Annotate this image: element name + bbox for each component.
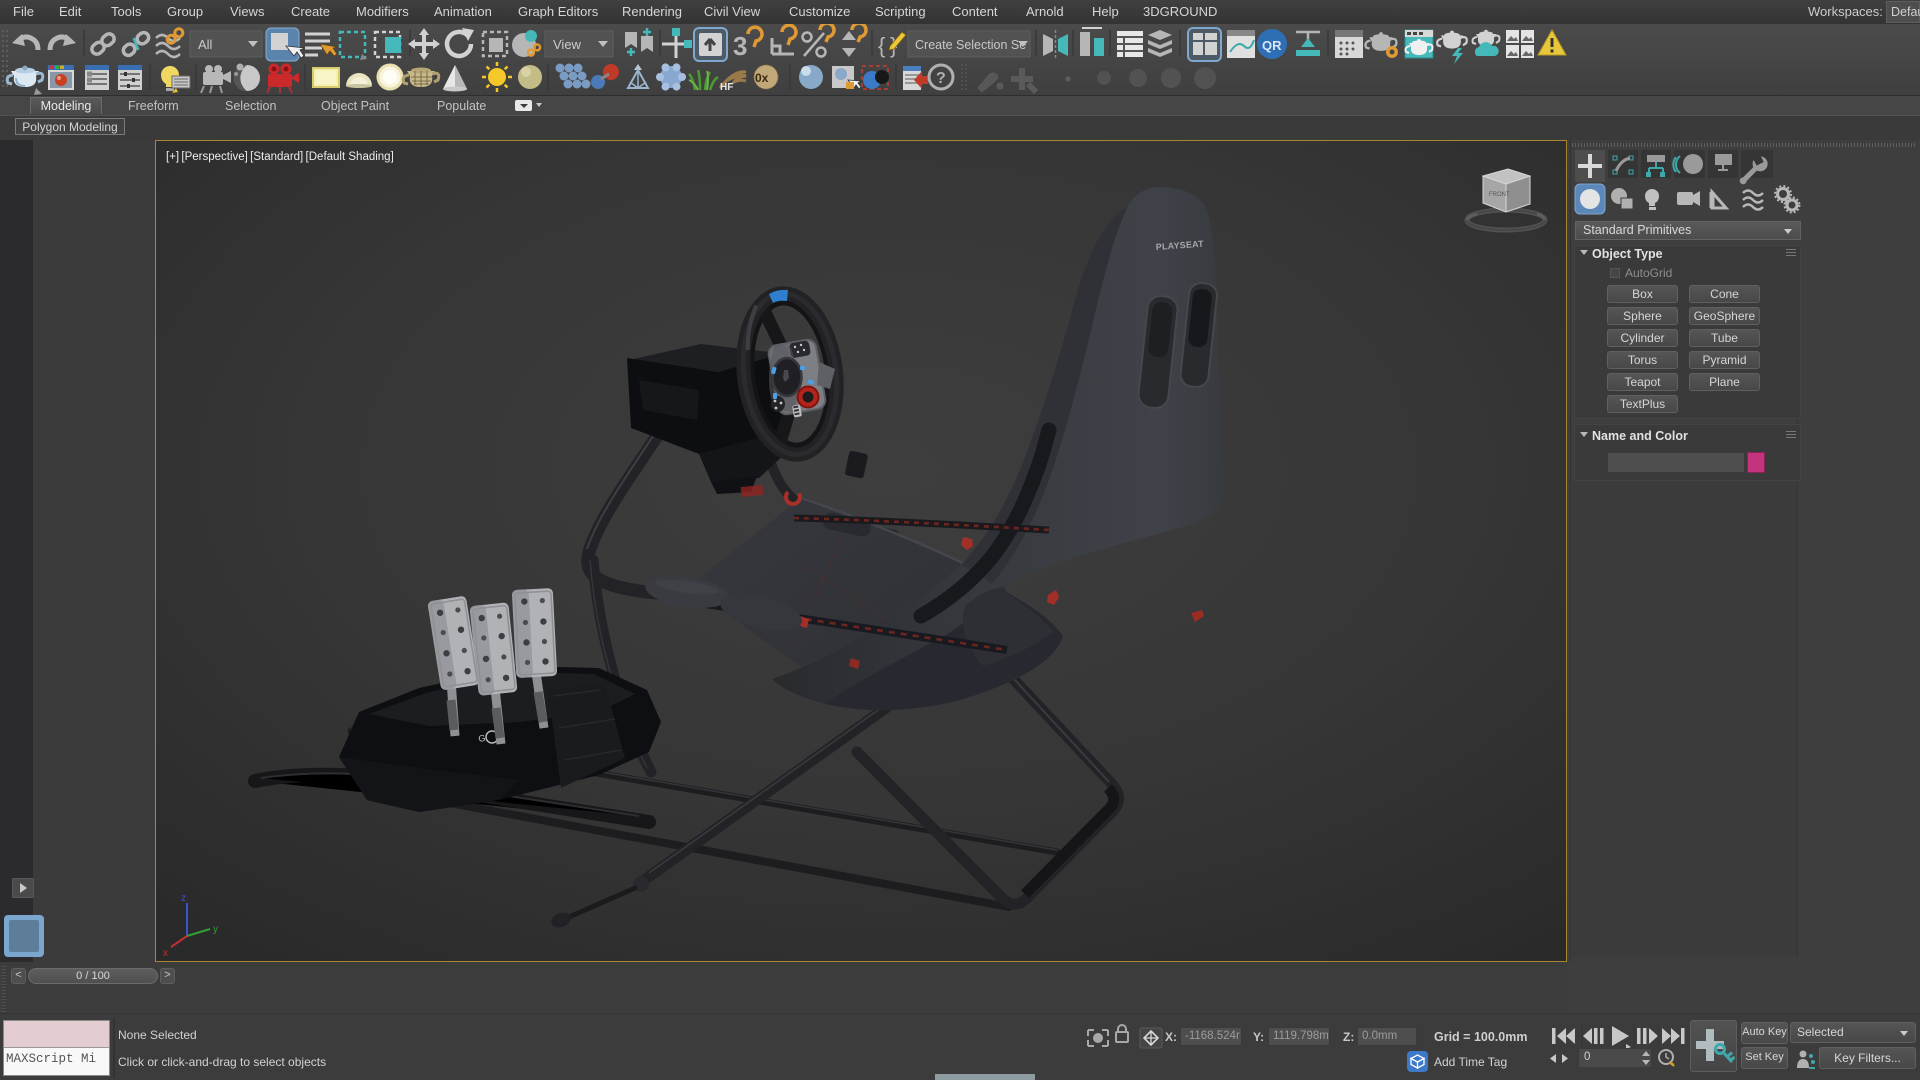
svg-text:x: x (163, 948, 168, 959)
svg-text:?: ? (936, 70, 946, 87)
svg-text:G: G (476, 733, 486, 744)
svg-text:FRONT: FRONT (1489, 192, 1510, 198)
svg-text:HF: HF (720, 82, 733, 93)
svg-text:z: z (181, 893, 186, 904)
svg-text:0x: 0x (755, 71, 769, 85)
svg-text:y: y (213, 924, 218, 935)
